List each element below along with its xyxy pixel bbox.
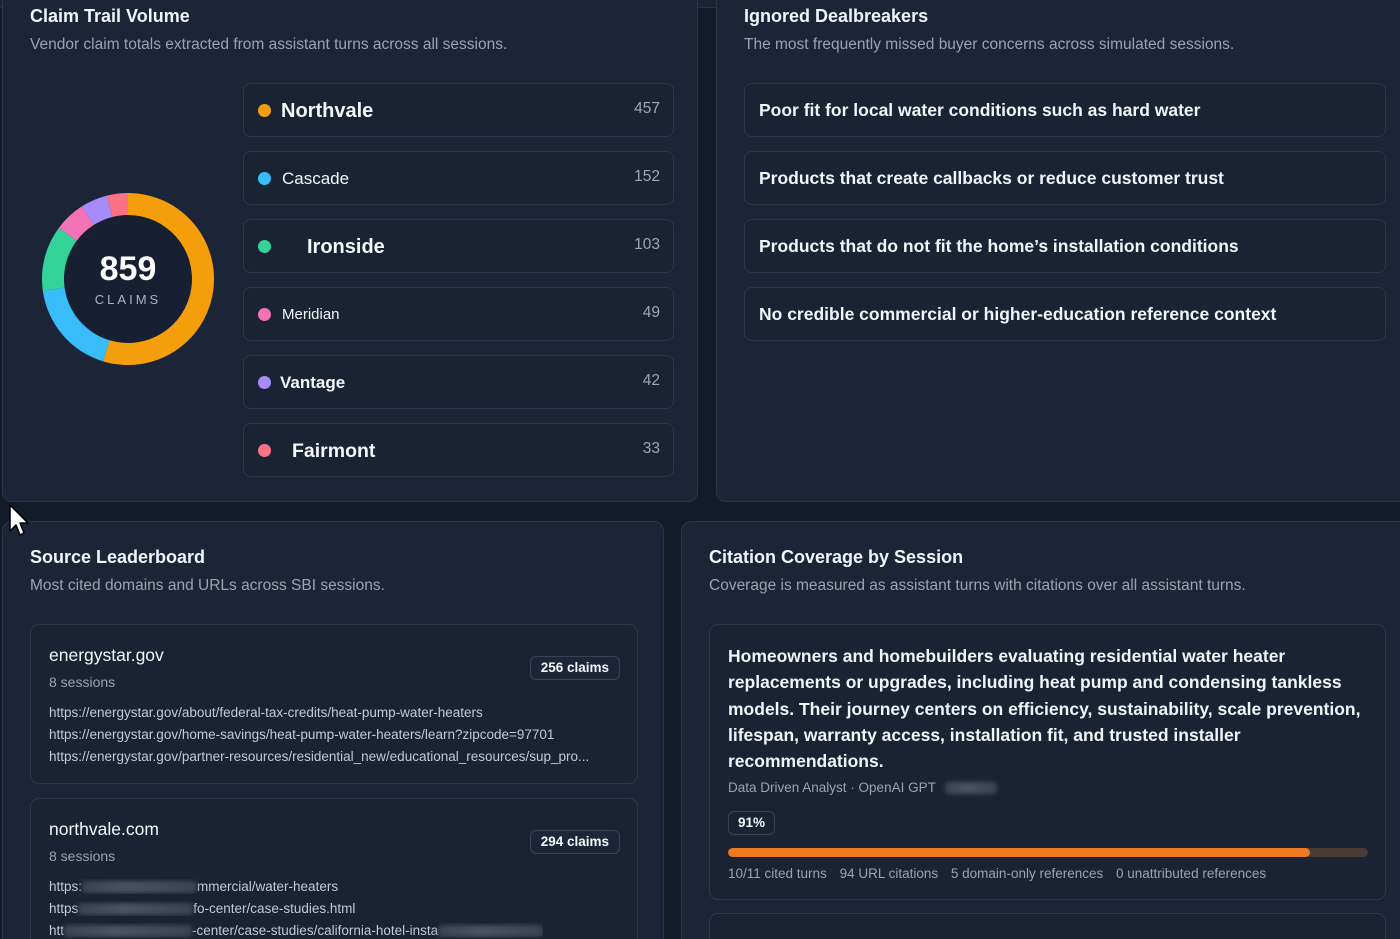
claims-badge: 256 claims <box>529 656 620 680</box>
url-suffix: mmercial/water-heaters <box>197 879 339 894</box>
vendor-dot <box>258 376 271 389</box>
session-coverage-card[interactable]: Homeowners and homebuilders evaluating r… <box>709 624 1386 900</box>
vendor-row-ironside[interactable]: Ironside 103 <box>243 219 674 273</box>
vendor-name: Vantage <box>280 373 346 392</box>
claim-trail-subtitle: Vendor claim totals extracted from assis… <box>30 36 508 53</box>
vendor-name: Meridian <box>282 306 340 323</box>
dealbreakers-panel: Ignored Dealbreakers The most frequently… <box>716 0 1400 502</box>
vendor-row-cascade[interactable]: Cascade 152 <box>243 151 674 205</box>
vendor-name: Cascade <box>282 169 350 188</box>
url-prefix: https <box>49 901 79 916</box>
claims-donut-chart: 859 CLAIMS <box>30 181 226 377</box>
vendor-row-fairmont[interactable]: Fairmont 33 <box>243 423 674 477</box>
dealbreaker-item[interactable]: No credible commercial or higher-educati… <box>744 287 1386 341</box>
vendor-dot <box>258 444 271 457</box>
coverage-progress-bar <box>728 848 1368 857</box>
stat-cited-turns: 10/11 cited turns <box>728 866 827 881</box>
url-suffix: fo-center/case-studies.html <box>193 901 356 916</box>
dealbreakers-subtitle: The most frequently missed buyer concern… <box>744 36 1235 53</box>
source-leaderboard-subtitle: Most cited domains and URLs across SBI s… <box>30 577 385 594</box>
source-url-link[interactable]: https://energystar.gov/about/federal-tax… <box>49 705 483 720</box>
source-leaderboard-title: Source Leaderboard <box>30 547 206 567</box>
source-leaderboard-panel: Source Leaderboard Most cited domains an… <box>2 521 664 939</box>
vendor-count: 103 <box>634 236 660 253</box>
stat-unattributed: 0 unattributed references <box>1116 866 1267 881</box>
dealbreaker-item[interactable]: Products that create callbacks or reduce… <box>744 151 1386 205</box>
claim-trail-title: Claim Trail Volume <box>30 6 190 26</box>
source-url-link[interactable]: htt -center/case-studies/california-hotel… <box>49 923 544 938</box>
vendor-count: 33 <box>642 440 660 457</box>
source-card-northvale[interactable]: northvale.com 8 sessions 294 claims http… <box>30 798 638 939</box>
source-domain: energystar.gov <box>49 645 164 665</box>
source-url-link[interactable]: https: mmercial/water-heaters <box>49 879 338 894</box>
dealbreaker-item[interactable]: Products that do not fit the home’s inst… <box>744 219 1386 273</box>
source-sessions: 8 sessions <box>49 848 116 864</box>
citation-coverage-panel: Citation Coverage by Session Coverage is… <box>681 521 1400 939</box>
session-description: Homeowners and homebuilders evaluating r… <box>728 646 1361 772</box>
coverage-stats: 10/11 cited turns 94 URL citations 5 dom… <box>728 866 1275 881</box>
claims-badge: 294 claims <box>529 830 620 854</box>
donut-total: 859 <box>99 249 157 288</box>
vendor-count: 457 <box>634 100 660 117</box>
url-prefix: htt <box>49 923 65 938</box>
vendor-dot <box>258 308 271 321</box>
vendor-row-vantage[interactable]: Vantage 42 <box>243 355 674 409</box>
redacted-blur <box>64 925 193 938</box>
redacted-blur <box>78 903 194 916</box>
source-url-link[interactable]: https fo-center/case-studies.html <box>49 901 355 916</box>
donut-center: 859 CLAIMS <box>30 181 226 377</box>
claim-trail-panel: Claim Trail Volume Vendor claim totals e… <box>2 0 698 502</box>
url-prefix: https: <box>49 879 83 894</box>
source-domain: northvale.com <box>49 819 159 839</box>
stat-domain-only: 5 domain-only references <box>950 866 1104 881</box>
vendor-name: Fairmont <box>292 440 376 462</box>
vendor-dot <box>258 172 271 185</box>
source-card-energystar[interactable]: energystar.gov 8 sessions 256 claims htt… <box>30 624 638 784</box>
vendor-count: 49 <box>642 304 660 321</box>
source-url-link[interactable]: https://energystar.gov/partner-resources… <box>49 749 589 764</box>
stat-url-citations: 94 URL citations <box>839 866 939 881</box>
source-sessions: 8 sessions <box>49 674 116 690</box>
redacted-blur <box>945 782 998 795</box>
vendor-name: Northvale <box>281 100 374 122</box>
dealbreaker-item[interactable]: Poor fit for local water conditions such… <box>744 83 1386 137</box>
redacted-blur <box>82 881 198 894</box>
session-meta: Data Driven Analyst · OpenAI GPT <box>728 780 998 795</box>
dealbreakers-title: Ignored Dealbreakers <box>744 6 929 26</box>
vendor-dot <box>258 240 271 253</box>
donut-unit-label: CLAIMS <box>94 291 162 307</box>
citation-coverage-subtitle: Coverage is measured as assistant turns … <box>709 577 1246 594</box>
citation-coverage-title: Citation Coverage by Session <box>709 547 964 567</box>
coverage-progress-fill <box>728 848 1311 857</box>
vendor-count: 42 <box>642 372 660 389</box>
vendor-row-meridian[interactable]: Meridian 49 <box>243 287 674 341</box>
vendor-name: Ironside <box>307 236 385 258</box>
mouse-cursor-icon <box>9 504 29 536</box>
redacted-blur <box>438 925 544 938</box>
source-url-link[interactable]: https://energystar.gov/home-savings/heat… <box>49 727 554 742</box>
session-coverage-card[interactable] <box>709 913 1386 939</box>
vendor-dot <box>258 104 271 117</box>
vendor-count: 152 <box>634 168 660 185</box>
coverage-percent-badge: 91% <box>728 811 776 835</box>
session-meta-text: Data Driven Analyst · OpenAI GPT <box>728 780 936 795</box>
vendor-row-northvale[interactable]: Northvale 457 <box>243 83 674 137</box>
url-suffix: -center/case-studies/california-hotel-in… <box>192 923 439 938</box>
